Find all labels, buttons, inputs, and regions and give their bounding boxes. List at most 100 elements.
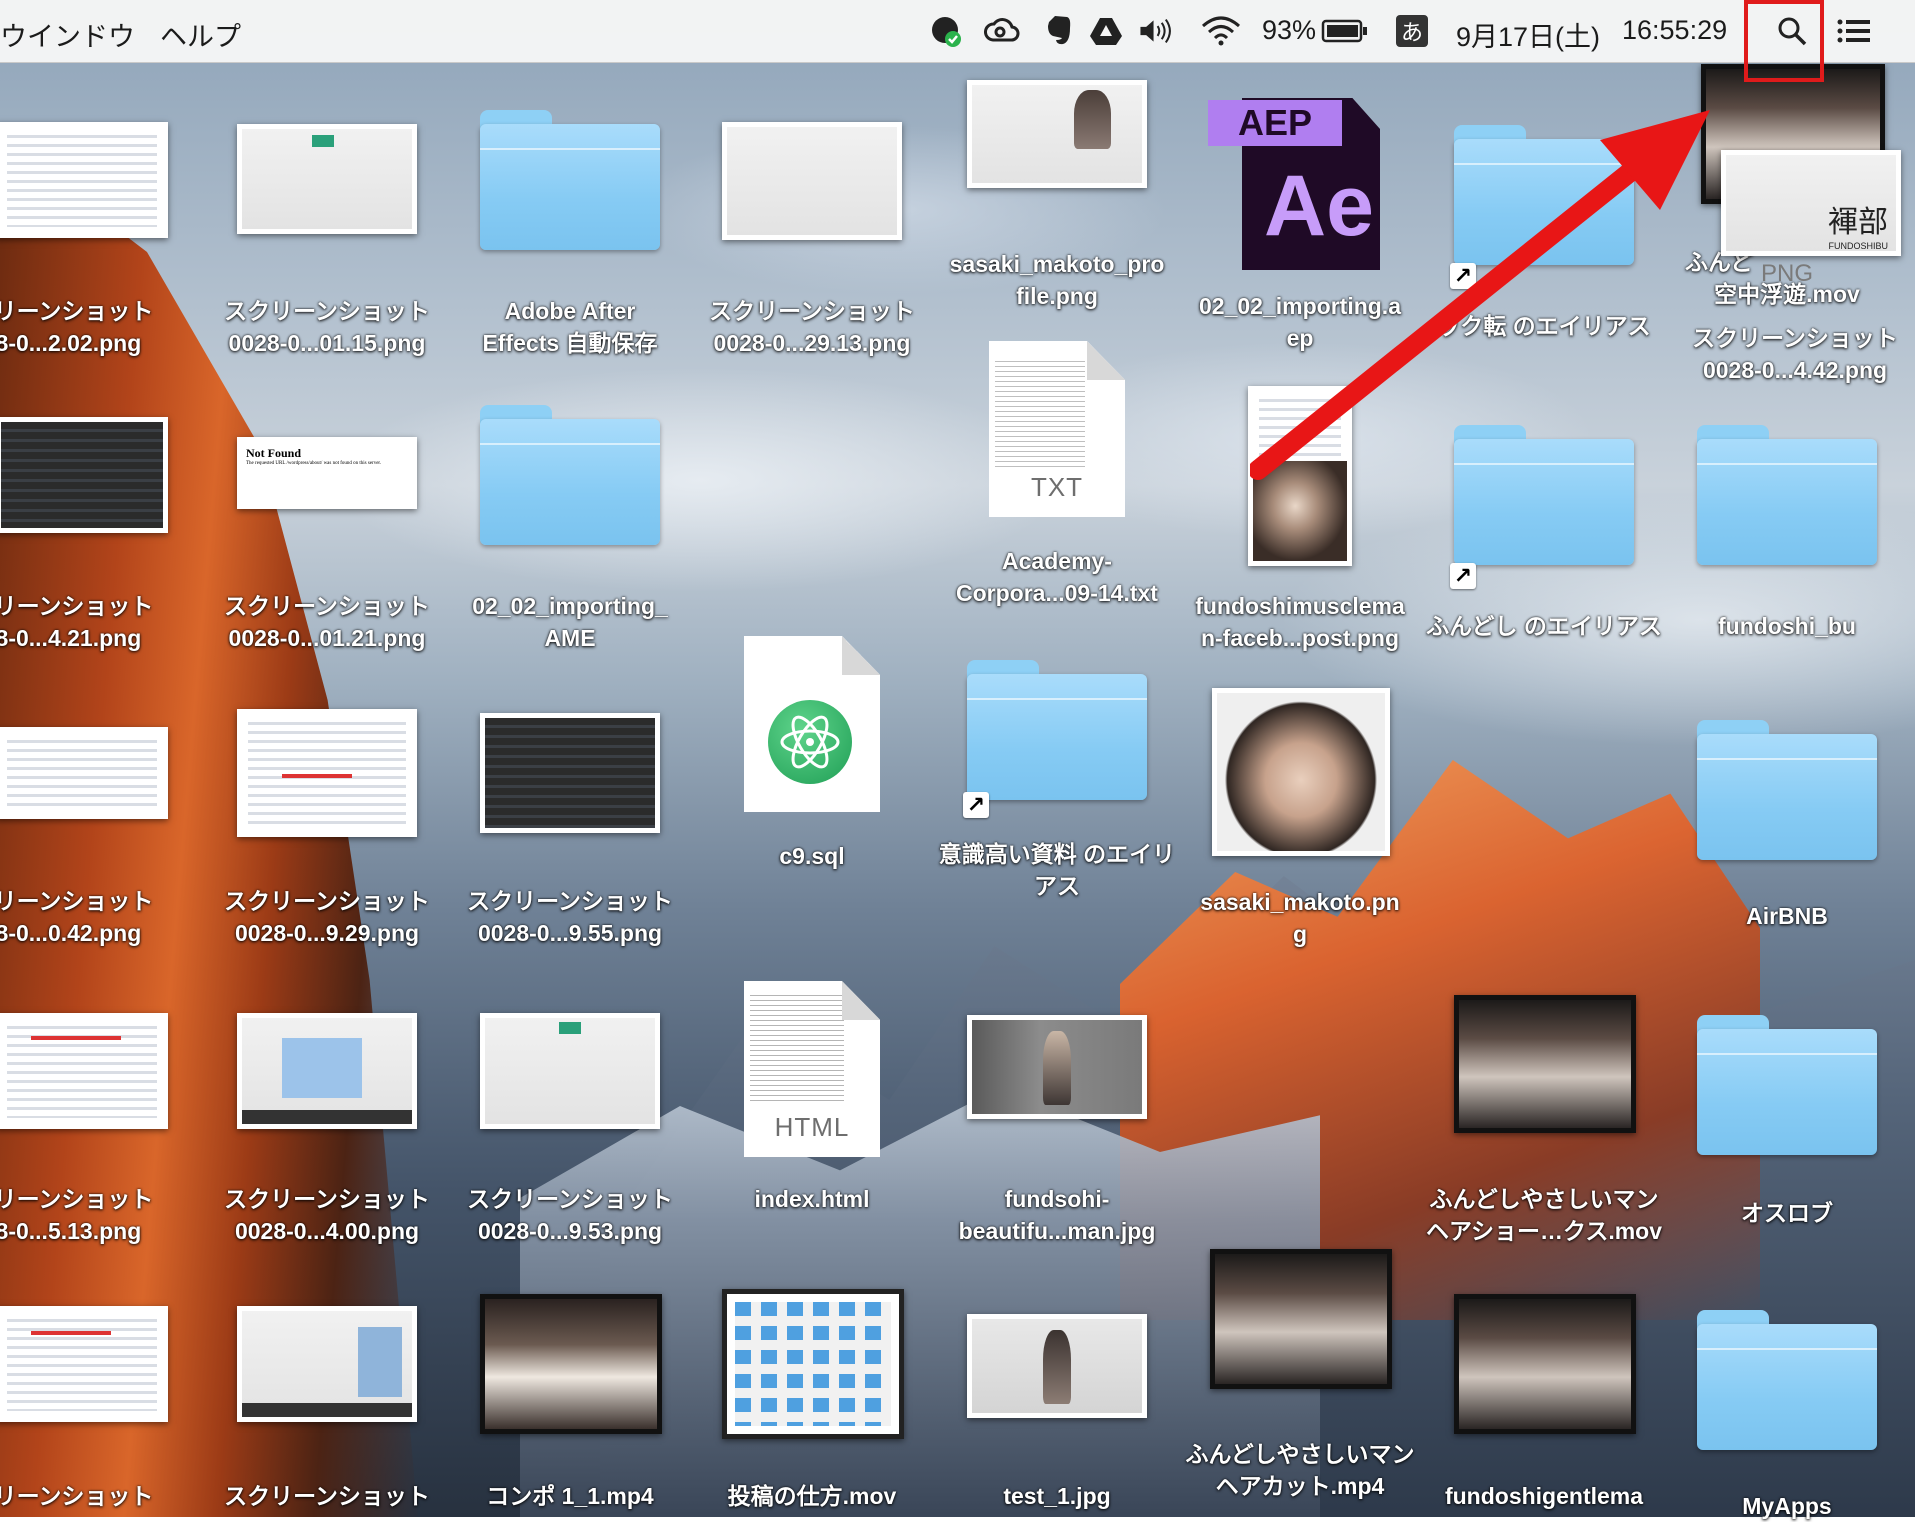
item-label: Academy- Corpora...09-14.txt [956, 548, 1158, 606]
file-thumbnail [237, 1013, 417, 1129]
file-extension: PNG [1761, 260, 1814, 287]
item-label: スクリーンショット 0028-0...9.53.png [467, 1186, 673, 1244]
file-thumbnail [1212, 688, 1390, 856]
item-label: MyApps [1742, 1493, 1832, 1519]
ae-logo-text: Ae [1264, 158, 1374, 254]
sql-document-icon [744, 636, 880, 812]
file-thumbnail [1210, 1249, 1392, 1389]
item-label: 02_02_importing_ AME [472, 593, 668, 651]
file-thumbnail: 褌部 FUNDOSHIBU [1721, 150, 1901, 256]
folder-icon [967, 660, 1147, 800]
file-thumbnail [967, 1015, 1147, 1119]
file-thumbnail [0, 417, 168, 533]
folder-icon [1697, 1310, 1877, 1450]
item-label: スクリーンショット [224, 1483, 430, 1509]
google-drive-icon[interactable] [1088, 14, 1124, 48]
item-label: スクリーンショット 0028-0...01.15.png [224, 298, 430, 356]
file-thumbnail [1454, 995, 1636, 1133]
folder-icon [1454, 425, 1634, 565]
item-label: index.html [754, 1186, 870, 1212]
input-method-label: あ [1400, 20, 1423, 45]
item-label: sasaki_makoto.pn g [1200, 889, 1400, 947]
file-extension: HTML [774, 1112, 850, 1142]
file-thumbnail [0, 727, 168, 819]
folder-icon [1697, 1015, 1877, 1155]
folder-icon [480, 110, 660, 250]
item-label: スクリーンショット 0028-0...9.29.png [224, 888, 430, 946]
item-label: ック転 のエイリアス [1437, 313, 1651, 339]
file-extension: TXT [1030, 472, 1084, 502]
evernote-icon[interactable] [1040, 14, 1076, 48]
alias-arrow-icon: ↗ [1450, 263, 1476, 289]
item-label: Adobe After Effects 自動保存 [482, 298, 658, 356]
item-label: fundoshimusclema n-faceb...post.png [1195, 593, 1405, 651]
creative-cloud-icon[interactable] [984, 14, 1020, 48]
file-thumbnail [237, 124, 417, 234]
file-thumbnail [1248, 386, 1352, 566]
after-effects-project-icon: AEP Ae [1208, 90, 1380, 270]
alias-arrow-icon: ↗ [1450, 563, 1476, 589]
item-label: sasaki_makoto_pro file.png [949, 251, 1165, 309]
file-thumbnail [0, 1306, 168, 1422]
item-label: クリーンショット28-0...4.21.png [0, 593, 154, 651]
file-thumbnail [722, 1289, 904, 1439]
wifi-icon[interactable] [1200, 14, 1242, 48]
item-label: スクリーンショット 0028-0...01.21.png [224, 593, 430, 651]
sync-check-icon[interactable] [928, 14, 964, 48]
item-label: スクリーンショット 0028-0...4.00.png [224, 1186, 430, 1244]
item-label: クリーンショット28-0...2.02.png [0, 298, 154, 356]
item-label: スクリーンショット 0028-0...29.13.png [709, 298, 915, 356]
file-thumbnail [967, 1314, 1147, 1418]
item-label: スクリーンショット 0028-0...4.42.png [1692, 325, 1898, 383]
item-label: クリーンショット [0, 1483, 154, 1509]
input-method-indicator[interactable]: あ [1396, 15, 1428, 47]
not-found-heading: Not Found [246, 446, 302, 460]
folder-icon [1697, 720, 1877, 860]
item-label: 投稿の仕方.mov [727, 1483, 897, 1509]
item-label: fundoshi_bu [1718, 613, 1856, 639]
file-thumbnail [0, 1013, 168, 1129]
menu-help[interactable]: ヘルプ [160, 15, 241, 54]
item-label: クリーンショット28-0...0.42.png [0, 888, 154, 946]
file-thumbnail [0, 122, 168, 238]
item-label: 02_02_importing.a ep [1199, 293, 1401, 351]
item-label: コンポ 1_1.mp4 [486, 1483, 654, 1509]
battery-icon[interactable] [1320, 14, 1370, 48]
menu-bar: ウインドウ ヘルプ 93% あ 9月17日(土) 16:55:29 [0, 0, 1915, 63]
annotation-highlight-box [1744, 0, 1824, 82]
item-label: fundoshigentlema [1444, 1483, 1644, 1509]
item-label: スクリーンショット 0028-0...9.55.png [467, 888, 673, 946]
stamp-logo: 褌部 [1828, 205, 1888, 240]
menu-clock[interactable]: 16:55:29 [1622, 15, 1727, 46]
item-label: c9.sql [779, 843, 845, 869]
menu-date[interactable]: 9月17日(土) [1456, 15, 1600, 54]
file-thumbnail: Not Found The requested URL /wordpress/a… [237, 437, 417, 509]
file-thumbnail [480, 1294, 662, 1434]
item-label: test_1.jpg [1003, 1483, 1111, 1509]
item-label: ふんどしやさしいマン ヘアカット.mp4 [1185, 1441, 1415, 1499]
item-label: fundsohi-beautifu...man.jpg [958, 1186, 1156, 1244]
text-document-icon: TXT [989, 341, 1125, 517]
folder-icon [1454, 125, 1634, 265]
battery-percentage[interactable]: 93% [1262, 15, 1316, 46]
item-label: クリーンショット28-0...5.13.png [0, 1186, 154, 1244]
file-thumbnail [722, 122, 902, 240]
file-thumbnail [1454, 1294, 1636, 1434]
notification-center-icon[interactable] [1836, 14, 1872, 48]
menu-window[interactable]: ウインドウ [0, 15, 135, 54]
volume-icon[interactable] [1138, 14, 1174, 48]
alias-arrow-icon: ↗ [963, 792, 989, 818]
aep-badge: AEP [1208, 100, 1342, 146]
item-label: オスロブ [1741, 1200, 1833, 1226]
html-document-icon: HTML [744, 981, 880, 1157]
item-label: ふんどしやさしいマン ヘアショー…クス.mov [1425, 1186, 1663, 1244]
folder-icon [480, 405, 660, 545]
folder-icon [1697, 425, 1877, 565]
file-thumbnail [237, 1306, 417, 1422]
not-found-body: The requested URL /wordpress/about/ was … [246, 461, 382, 466]
stamp-sub: FUNDOSHIBU [1828, 241, 1888, 251]
item-label: 意識高い資料 のエイリ アス [938, 841, 1176, 899]
atom-logo-icon [768, 700, 852, 784]
file-thumbnail [237, 709, 417, 837]
file-thumbnail [967, 80, 1147, 188]
